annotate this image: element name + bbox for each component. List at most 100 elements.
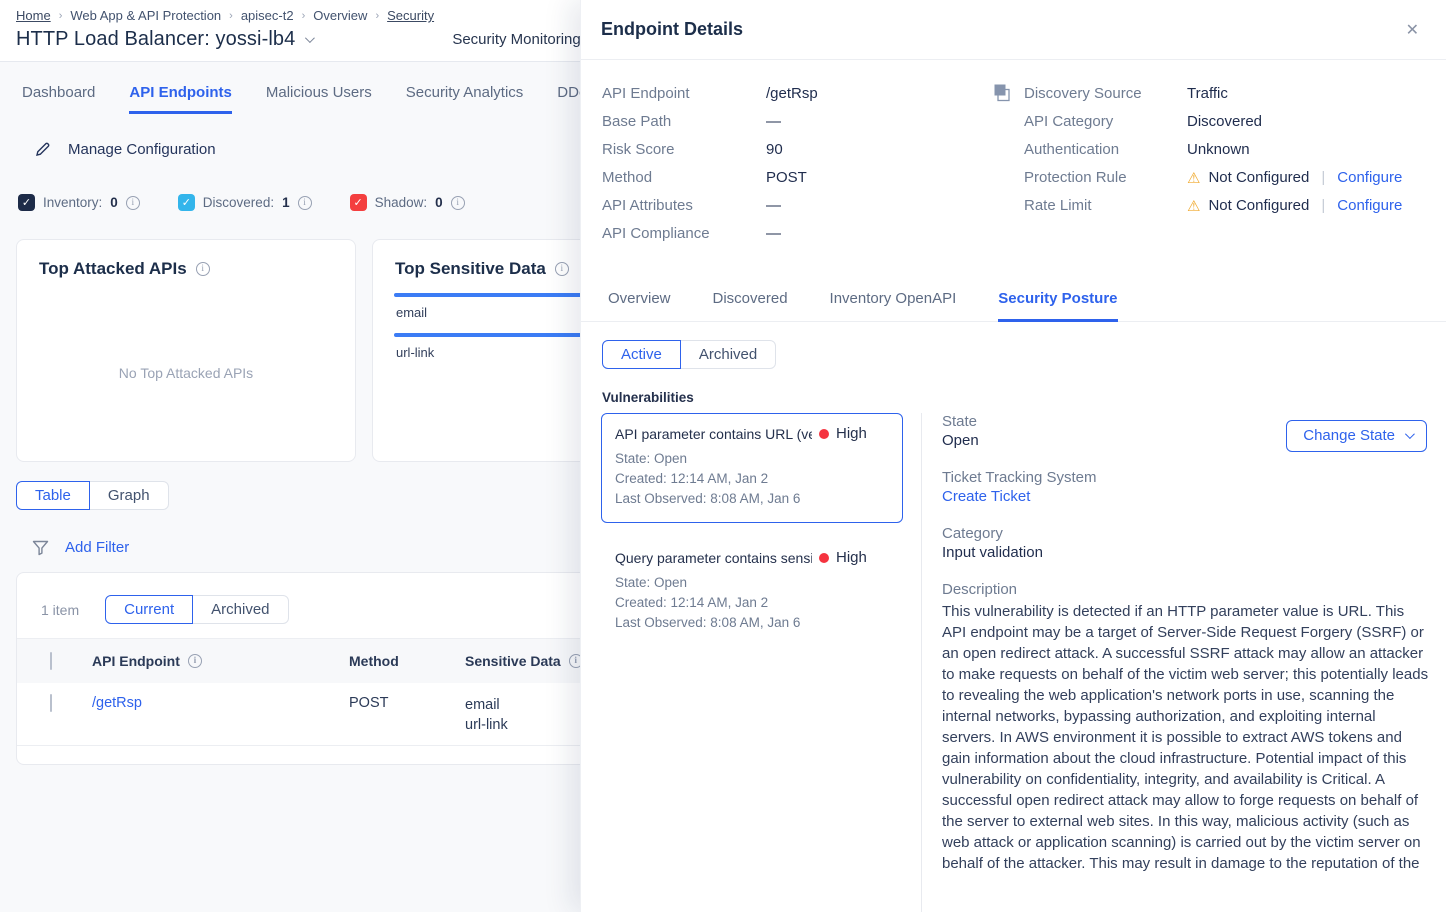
table-view-button[interactable]: Table (16, 481, 90, 510)
warning-icon: ⚠ (1187, 197, 1200, 215)
info-icon[interactable]: i (126, 196, 140, 210)
vulnerability-title: API parameter contains URL (ves-... (615, 426, 812, 442)
category-value: Input validation (942, 544, 1429, 561)
panel-tabs: Overview Discovered Inventory OpenAPI Se… (581, 290, 1446, 322)
chevron-down-icon[interactable] (305, 33, 315, 43)
inventory-label: Inventory: (43, 195, 102, 210)
select-all-checkbox[interactable] (50, 652, 52, 670)
configure-protection-rule-link[interactable]: Configure (1337, 169, 1402, 187)
field-label: Discovery Source (1024, 85, 1187, 102)
add-filter-label: Add Filter (65, 539, 129, 556)
breadcrumb-overview[interactable]: Overview (313, 8, 367, 23)
screen: Home › Web App & API Protection › apisec… (0, 0, 1446, 912)
base-path-value: — (766, 113, 781, 130)
graph-view-button[interactable]: Graph (89, 481, 169, 510)
rate-limit-value: Not Configured (1208, 197, 1309, 215)
breadcrumb-security[interactable]: Security (387, 8, 434, 23)
filter-inventory: ✓ Inventory: 0 i (18, 194, 140, 211)
tab-malicious-users[interactable]: Malicious Users (266, 84, 372, 114)
warning-icon: ⚠ (1187, 169, 1200, 187)
vulnerability-state: State: Open (615, 573, 890, 593)
vulnerability-last-observed: Last Observed: 8:08 AM, Jan 6 (615, 489, 890, 509)
vulnerability-created: Created: 12:14 AM, Jan 2 (615, 469, 890, 489)
info-icon[interactable]: i (298, 196, 312, 210)
info-icon[interactable]: i (188, 654, 202, 668)
configure-rate-limit-link[interactable]: Configure (1337, 197, 1402, 215)
api-attributes-value: — (766, 197, 781, 214)
api-category-value: Discovered (1187, 113, 1262, 130)
shadow-checkbox[interactable]: ✓ (350, 194, 367, 211)
monitoring-mode-label: Security Monitoring (452, 31, 580, 48)
severity-label: High (836, 425, 867, 442)
info-icon[interactable]: i (196, 262, 210, 276)
breadcrumb-waap[interactable]: Web App & API Protection (70, 8, 221, 23)
severity-high-dot (819, 553, 829, 563)
vertical-divider (921, 413, 922, 912)
breadcrumb-home[interactable]: Home (16, 8, 51, 23)
api-endpoint-value: /getRsp (766, 85, 818, 102)
endpoint-link[interactable]: /getRsp (92, 695, 349, 735)
tab-security-posture[interactable]: Security Posture (998, 290, 1117, 322)
archived-button[interactable]: Archived (680, 340, 776, 369)
vulnerability-created: Created: 12:14 AM, Jan 2 (615, 593, 890, 613)
active-button[interactable]: Active (602, 340, 681, 369)
discovered-checkbox[interactable]: ✓ (178, 194, 195, 211)
change-state-button[interactable]: Change State (1286, 420, 1427, 452)
copy-icon[interactable] (992, 82, 1012, 106)
main-tabs: Dashboard API Endpoints Malicious Users … (22, 84, 587, 114)
archived-button[interactable]: Archived (192, 595, 288, 624)
breadcrumb-apisec[interactable]: apisec-t2 (241, 8, 294, 23)
tab-api-endpoints[interactable]: API Endpoints (129, 84, 232, 114)
field-label: Risk Score (602, 141, 766, 158)
add-filter-button[interactable]: Add Filter (32, 539, 129, 556)
top-attacked-empty-message: No Top Attacked APIs (17, 365, 355, 381)
close-icon[interactable]: ✕ (1406, 20, 1419, 40)
column-sensitive-data: Sensitive Data (465, 653, 561, 669)
panel-header: Endpoint Details ✕ (581, 0, 1446, 60)
page-title: HTTP Load Balancer: yossi-lb4 (16, 28, 295, 51)
inventory-checkbox[interactable]: ✓ (18, 194, 35, 211)
current-button[interactable]: Current (105, 595, 193, 624)
description-label: Description (942, 581, 1429, 598)
field-label: API Compliance (602, 225, 766, 242)
column-method: Method (349, 653, 465, 669)
manage-configuration-button[interactable]: Manage Configuration (34, 140, 216, 158)
info-icon[interactable]: i (555, 262, 569, 276)
field-label: Protection Rule (1024, 169, 1187, 187)
field-label: API Attributes (602, 197, 766, 214)
tab-dashboard[interactable]: Dashboard (22, 84, 95, 114)
tab-overview[interactable]: Overview (608, 290, 671, 321)
top-sensitive-title: Top Sensitive Data (395, 259, 546, 279)
vulnerability-title: Query parameter contains sensiti... (615, 550, 812, 566)
item-count: 1 item (41, 602, 79, 618)
field-label: Base Path (602, 113, 766, 130)
discovered-label: Discovered: (203, 195, 274, 210)
create-ticket-link[interactable]: Create Ticket (942, 488, 1429, 505)
manage-configuration-label: Manage Configuration (68, 141, 216, 158)
discovery-source-value: Traffic (1187, 85, 1228, 102)
current-archived-toggle: Current Archived (105, 595, 288, 624)
breadcrumb-separator: › (229, 10, 233, 22)
vulnerability-card[interactable]: API parameter contains URL (ves-... High… (601, 413, 903, 523)
filter-shadow: ✓ Shadow: 0 i (350, 194, 465, 211)
field-label: Authentication (1024, 141, 1187, 158)
pencil-icon (34, 140, 52, 158)
row-checkbox[interactable] (50, 694, 52, 712)
vulnerability-card[interactable]: Query parameter contains sensiti... High… (601, 537, 903, 647)
discovered-count: 1 (282, 195, 290, 210)
vulnerability-state: State: Open (615, 449, 890, 469)
monitoring-mode-dropdown[interactable]: Security Monitoring (452, 31, 596, 48)
filter-discovered: ✓ Discovered: 1 i (178, 194, 312, 211)
tab-security-analytics[interactable]: Security Analytics (406, 84, 524, 114)
info-icon[interactable]: i (451, 196, 465, 210)
method-cell: POST (349, 695, 465, 735)
protection-rule-value: Not Configured (1208, 169, 1309, 187)
authentication-value: Unknown (1187, 141, 1250, 158)
breadcrumb: Home › Web App & API Protection › apisec… (16, 8, 434, 23)
tab-inventory-openapi[interactable]: Inventory OpenAPI (830, 290, 957, 321)
api-compliance-value: — (766, 225, 781, 242)
tab-discovered[interactable]: Discovered (713, 290, 788, 321)
ticket-tracking-label: Ticket Tracking System (942, 469, 1429, 486)
method-value: POST (766, 169, 807, 186)
breadcrumb-separator: › (302, 10, 306, 22)
